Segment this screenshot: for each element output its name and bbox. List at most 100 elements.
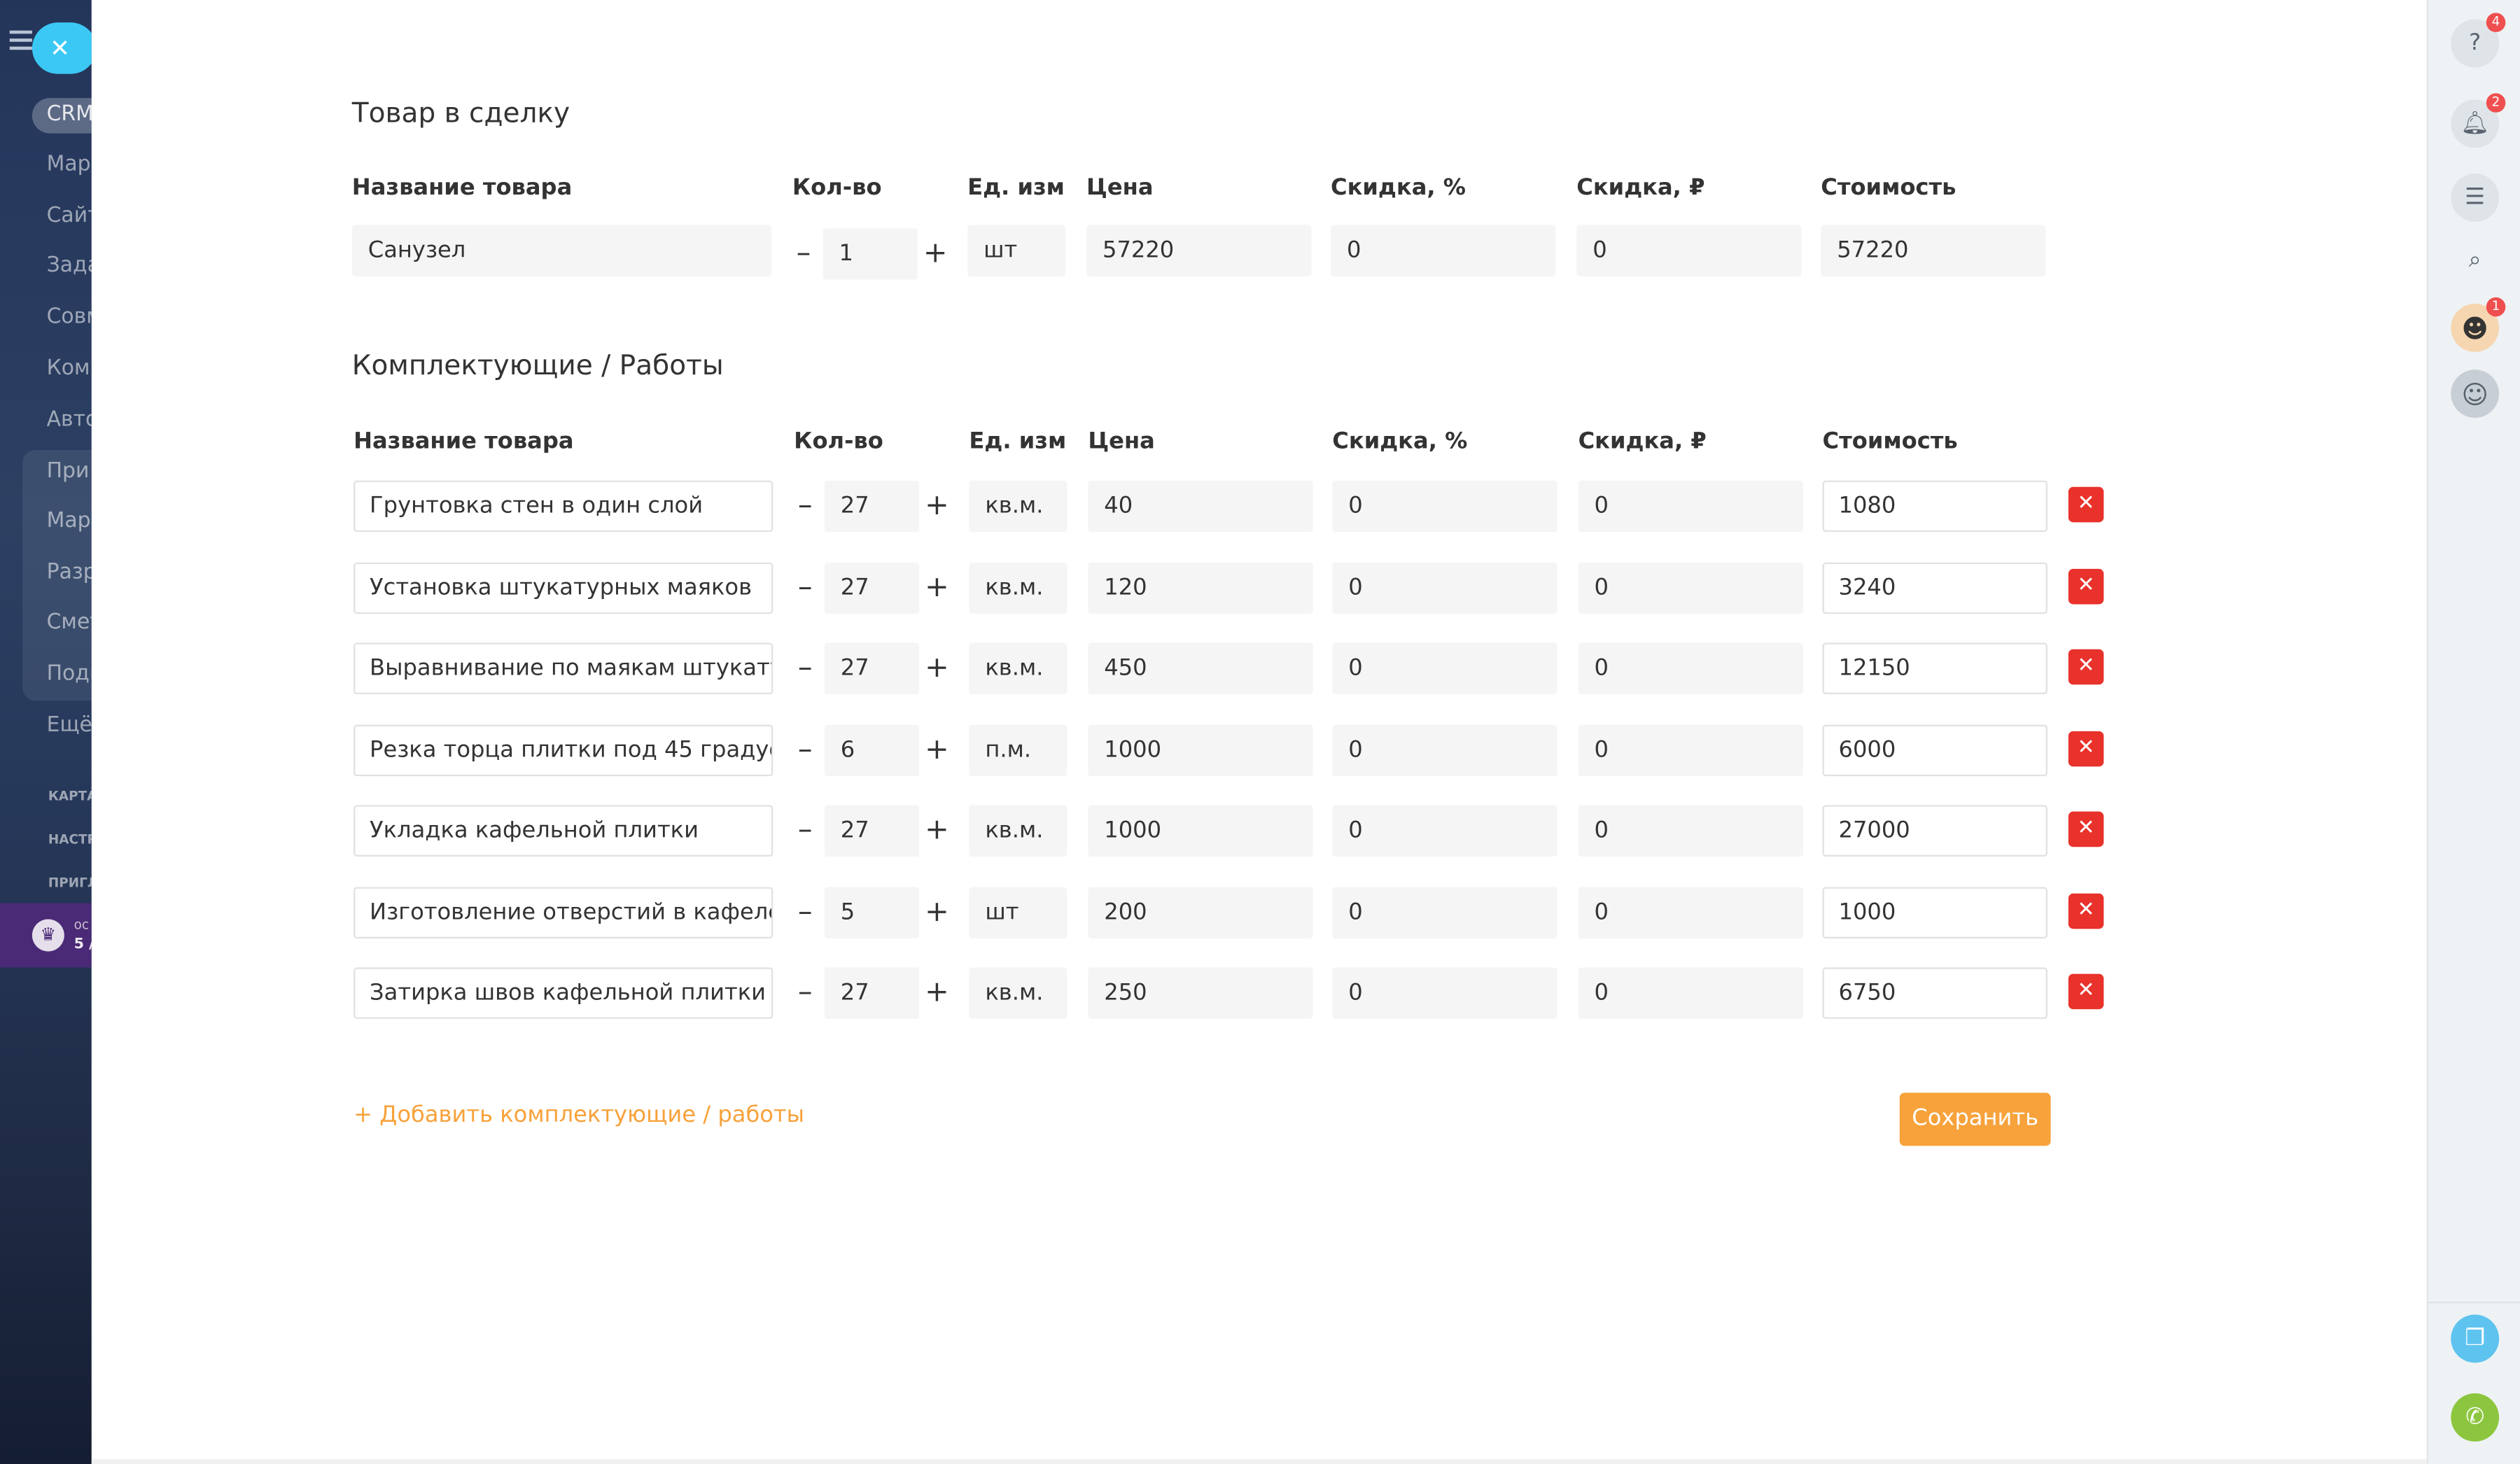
component-name-field[interactable]: Укладка кафельной плитки bbox=[354, 805, 774, 857]
qty-increment-button[interactable]: + bbox=[924, 643, 950, 694]
sidebar-item[interactable]: Ком bbox=[47, 357, 90, 381]
component-name-field[interactable]: Резка торца плитки под 45 градусов bbox=[354, 724, 774, 777]
component-qty-field[interactable]: 27 bbox=[824, 562, 920, 614]
tariff-banner[interactable]: ♛ ос 5 / bbox=[0, 903, 92, 968]
qty-increment-button[interactable]: + bbox=[924, 481, 950, 532]
qty-decrement-button[interactable]: – bbox=[792, 887, 818, 938]
component-discount-rub-field[interactable]: 0 bbox=[1578, 724, 1803, 777]
save-button[interactable]: Сохранить bbox=[1899, 1092, 2051, 1146]
add-components-link[interactable]: + Добавить комплектующие / работы bbox=[354, 1102, 804, 1128]
qty-increment-button[interactable]: + bbox=[924, 805, 950, 856]
component-discount-rub-field[interactable]: 0 bbox=[1578, 562, 1803, 614]
component-discount-pct-field[interactable]: 0 bbox=[1332, 724, 1558, 777]
search-button[interactable]: ⌕ bbox=[2451, 237, 2499, 285]
qty-decrement-button[interactable]: – bbox=[792, 643, 818, 694]
component-cost-field[interactable]: 3240 bbox=[1822, 562, 2047, 614]
component-unit-field[interactable]: кв.м. bbox=[969, 642, 1068, 695]
delete-row-button[interactable]: ✕ bbox=[2068, 811, 2104, 847]
component-unit-field[interactable]: п.м. bbox=[969, 724, 1068, 777]
hamburger-menu-icon[interactable] bbox=[9, 30, 32, 50]
qty-decrement-button[interactable]: – bbox=[792, 725, 818, 776]
deal-item-price-field[interactable]: 57220 bbox=[1086, 225, 1312, 276]
component-name-field[interactable]: Изготовление отверстий в кафеле bbox=[354, 887, 774, 939]
component-name-field[interactable]: Затирка швов кафельной плитки эпо bbox=[354, 967, 774, 1019]
notifications-button[interactable]: 🔔︎ 2 bbox=[2451, 93, 2506, 148]
sidebar-link-map[interactable]: КАРТА bbox=[48, 789, 92, 804]
component-cost-field[interactable]: 1080 bbox=[1822, 480, 2047, 533]
component-cost-field[interactable]: 1000 bbox=[1822, 887, 2047, 939]
qty-decrement-button[interactable]: – bbox=[792, 481, 818, 532]
component-qty-field[interactable]: 27 bbox=[824, 805, 920, 857]
sidebar-item-crm[interactable]: CRM bbox=[31, 98, 92, 134]
component-price-field[interactable]: 1000 bbox=[1088, 724, 1313, 777]
component-discount-pct-field[interactable]: 0 bbox=[1332, 805, 1558, 857]
qty-decrement-button[interactable]: – bbox=[791, 228, 817, 279]
sidebar-item[interactable]: Мар bbox=[47, 509, 91, 533]
user-avatar-2[interactable]: ☺ bbox=[2451, 369, 2500, 418]
sidebar-item-more[interactable]: Ещё bbox=[47, 714, 92, 738]
sidebar-item[interactable]: Мар bbox=[47, 153, 91, 176]
sidebar-item[interactable]: Совм bbox=[47, 305, 92, 329]
close-slider-button[interactable]: ✕ bbox=[31, 22, 92, 74]
help-button[interactable]: ? 4 bbox=[2451, 13, 2506, 68]
qty-increment-button[interactable]: + bbox=[924, 887, 950, 938]
component-price-field[interactable]: 250 bbox=[1088, 967, 1313, 1019]
deal-item-name-field[interactable]: Санузел bbox=[351, 225, 772, 276]
delete-row-button[interactable]: ✕ bbox=[2068, 568, 2104, 605]
component-price-field[interactable]: 1000 bbox=[1088, 805, 1313, 857]
component-name-field[interactable]: Грунтовка стен в один слой bbox=[354, 480, 774, 533]
component-qty-field[interactable]: 27 bbox=[824, 480, 920, 533]
component-unit-field[interactable]: кв.м. bbox=[969, 480, 1068, 533]
user-avatar-1[interactable]: ☻ 1 bbox=[2451, 297, 2506, 352]
component-discount-pct-field[interactable]: 0 bbox=[1332, 480, 1558, 533]
deal-item-discount-rub-field[interactable]: 0 bbox=[1576, 225, 1802, 276]
component-discount-pct-field[interactable]: 0 bbox=[1332, 642, 1558, 695]
component-price-field[interactable]: 120 bbox=[1088, 562, 1313, 614]
component-cost-field[interactable]: 6000 bbox=[1822, 724, 2047, 777]
sidebar-link-invite[interactable]: ПРИГЛ bbox=[48, 876, 92, 891]
component-cost-field[interactable]: 12150 bbox=[1822, 642, 2047, 695]
component-discount-pct-field[interactable]: 0 bbox=[1332, 887, 1558, 939]
qty-decrement-button[interactable]: – bbox=[792, 967, 818, 1018]
component-discount-rub-field[interactable]: 0 bbox=[1578, 805, 1803, 857]
qty-increment-button[interactable]: + bbox=[924, 725, 950, 776]
component-unit-field[interactable]: кв.м. bbox=[969, 562, 1068, 614]
sidebar-item[interactable]: Разр bbox=[47, 561, 92, 584]
component-cost-field[interactable]: 27000 bbox=[1822, 805, 2047, 857]
component-price-field[interactable]: 40 bbox=[1088, 480, 1313, 533]
sidebar-item[interactable]: Авто bbox=[47, 408, 92, 432]
component-discount-pct-field[interactable]: 0 bbox=[1332, 967, 1558, 1019]
component-discount-rub-field[interactable]: 0 bbox=[1578, 480, 1803, 533]
component-qty-field[interactable]: 27 bbox=[824, 967, 920, 1019]
component-discount-rub-field[interactable]: 0 bbox=[1578, 967, 1803, 1019]
sidebar-link-settings[interactable]: НАСТР bbox=[48, 833, 92, 847]
qty-increment-button[interactable]: + bbox=[923, 228, 948, 279]
delete-row-button[interactable]: ✕ bbox=[2068, 649, 2104, 685]
delete-row-button[interactable]: ✕ bbox=[2068, 893, 2104, 929]
sidebar-item[interactable]: При bbox=[47, 460, 90, 484]
deal-item-cost-field[interactable]: 57220 bbox=[1821, 225, 2046, 276]
component-unit-field[interactable]: кв.м. bbox=[969, 805, 1068, 857]
component-qty-field[interactable]: 6 bbox=[824, 724, 920, 777]
component-discount-pct-field[interactable]: 0 bbox=[1332, 562, 1558, 614]
deal-item-unit-field[interactable]: шт bbox=[967, 225, 1066, 276]
deal-item-qty-field[interactable]: 1 bbox=[822, 228, 918, 280]
component-price-field[interactable]: 450 bbox=[1088, 642, 1313, 695]
sidebar-item[interactable]: Зада bbox=[47, 254, 92, 278]
component-cost-field[interactable]: 6750 bbox=[1822, 967, 2047, 1019]
delete-row-button[interactable]: ✕ bbox=[2068, 731, 2104, 767]
component-price-field[interactable]: 200 bbox=[1088, 887, 1313, 939]
call-button[interactable]: ✆ bbox=[2451, 1393, 2500, 1442]
qty-decrement-button[interactable]: – bbox=[792, 563, 818, 614]
sidebar-item[interactable]: Сайт bbox=[47, 204, 92, 228]
qty-decrement-button[interactable]: – bbox=[792, 805, 818, 856]
sidebar-item[interactable]: Подк bbox=[47, 662, 92, 686]
open-lines-button[interactable]: ❐ bbox=[2451, 1314, 2500, 1363]
delete-row-button[interactable]: ✕ bbox=[2068, 973, 2104, 1010]
chat-button[interactable]: ☰ bbox=[2451, 174, 2500, 222]
sidebar-item[interactable]: Смет bbox=[47, 611, 92, 635]
deal-item-discount-pct-field[interactable]: 0 bbox=[1331, 225, 1556, 276]
component-discount-rub-field[interactable]: 0 bbox=[1578, 642, 1803, 695]
component-discount-rub-field[interactable]: 0 bbox=[1578, 887, 1803, 939]
component-name-field[interactable]: Выравнивание по маякам штукатурн bbox=[354, 642, 774, 695]
